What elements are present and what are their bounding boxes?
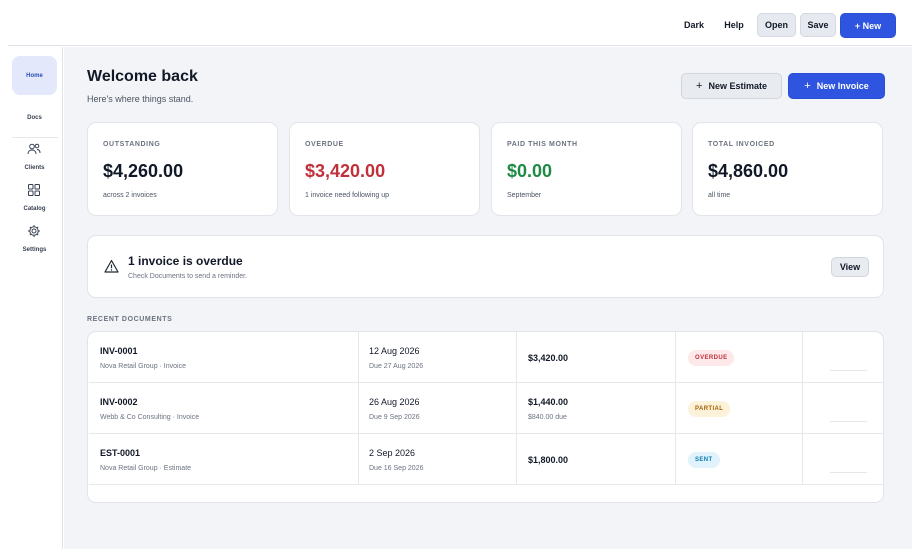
new-invoice-label: New Invoice bbox=[816, 81, 869, 91]
users-icon bbox=[27, 143, 41, 155]
bottom-strip bbox=[0, 549, 912, 557]
gear-icon bbox=[28, 225, 40, 237]
overdue-alert: 1 invoice is overdue Check Documents to … bbox=[87, 235, 884, 298]
stat-value: $4,260.00 bbox=[103, 161, 184, 181]
sidebar-item-catalog[interactable]: Catalog bbox=[8, 206, 61, 212]
stat-sub: September bbox=[507, 192, 542, 199]
doc-amount: $1,440.00 bbox=[528, 397, 569, 407]
doc-amount: $1,800.00 bbox=[528, 455, 569, 465]
actions-cell bbox=[803, 383, 883, 434]
stat-value: $4,860.00 bbox=[708, 161, 789, 181]
page-title: Welcome back bbox=[87, 68, 198, 85]
doc-date: 26 Aug 2026 bbox=[369, 397, 420, 407]
open-button[interactable]: Open bbox=[757, 13, 796, 37]
table-row[interactable]: INV-0002 Webb & Co Consulting · Invoice … bbox=[89, 383, 883, 434]
plus-icon: + bbox=[696, 80, 703, 92]
date-cell: 12 Aug 2026 Due 27 Aug 2026 bbox=[359, 332, 517, 383]
dark-mode-button[interactable]: Dark bbox=[677, 13, 711, 37]
stat-card-total-invoiced: TOTAL INVOICED $4,860.00 all time bbox=[692, 122, 883, 216]
doc-id[interactable]: INV-0002 bbox=[100, 397, 138, 407]
date-cell: 2 Sep 2026 Due 16 Sep 2026 bbox=[359, 434, 517, 485]
new-estimate-label: New Estimate bbox=[708, 81, 767, 91]
plus-icon: + bbox=[804, 80, 811, 92]
doc-client: Nova Retail Group · Invoice bbox=[100, 363, 186, 370]
stat-label: OUTSTANDING bbox=[103, 141, 161, 148]
view-button[interactable]: View bbox=[831, 257, 869, 277]
doc-cell: EST-0001 Nova Retail Group · Estimate bbox=[89, 434, 359, 485]
sidebar-item-label: Home bbox=[26, 72, 43, 79]
doc-date: 12 Aug 2026 bbox=[369, 346, 420, 356]
action-placeholder[interactable] bbox=[830, 421, 867, 422]
sidebar-divider bbox=[12, 137, 58, 138]
stat-sub: 1 invoice need following up bbox=[305, 192, 390, 199]
page-subtitle: Here's where things stand. bbox=[87, 94, 194, 104]
sidebar-item-docs[interactable]: Docs bbox=[8, 115, 61, 121]
status-cell: OVERDUE bbox=[676, 332, 803, 383]
new-invoice-button[interactable]: + New Invoice bbox=[788, 73, 885, 99]
status-cell: SENT bbox=[676, 434, 803, 485]
doc-id[interactable]: EST-0001 bbox=[100, 448, 140, 458]
sidebar-item-settings[interactable]: Settings bbox=[8, 247, 61, 253]
amount-cell: $1,440.00 $840.00 due bbox=[517, 383, 676, 434]
section-title: RECENT DOCUMENTS bbox=[87, 316, 173, 323]
main-content: Welcome back Here's where things stand. … bbox=[64, 47, 912, 549]
recent-documents-table: INV-0001 Nova Retail Group · Invoice 12 … bbox=[87, 331, 884, 503]
stat-card-outstanding: OUTSTANDING $4,260.00 across 2 invoices bbox=[87, 122, 278, 216]
sidebar-item-home[interactable]: Home bbox=[12, 56, 57, 95]
stat-card-overdue: OVERDUE $3,420.00 1 invoice need followi… bbox=[289, 122, 480, 216]
doc-date: 2 Sep 2026 bbox=[369, 448, 416, 458]
stat-card-paid-this-month: PAID THIS MONTH $0.00 September bbox=[491, 122, 682, 216]
warning-icon bbox=[104, 259, 119, 273]
new-button[interactable]: + New bbox=[840, 13, 896, 38]
alert-title: 1 invoice is overdue bbox=[128, 254, 243, 268]
actions-cell bbox=[803, 434, 883, 485]
doc-id[interactable]: INV-0001 bbox=[100, 346, 138, 356]
alert-subtitle: Check Documents to send a reminder. bbox=[128, 273, 248, 280]
date-cell: 26 Aug 2026 Due 9 Sep 2026 bbox=[359, 383, 517, 434]
table-row[interactable]: INV-0001 Nova Retail Group · Invoice 12 … bbox=[89, 332, 883, 383]
top-bar: Dark Help Open Save + New bbox=[8, 4, 912, 46]
actions-cell bbox=[803, 332, 883, 383]
doc-due: Due 16 Sep 2026 bbox=[369, 465, 424, 472]
doc-due: Due 9 Sep 2026 bbox=[369, 414, 420, 421]
status-badge: OVERDUE bbox=[688, 350, 735, 366]
stat-sub: across 2 invoices bbox=[103, 192, 157, 199]
stat-label: PAID THIS MONTH bbox=[507, 141, 578, 148]
status-badge: SENT bbox=[688, 452, 720, 468]
status-cell: PARTIAL bbox=[676, 383, 803, 434]
stat-sub: all time bbox=[708, 192, 731, 199]
action-placeholder[interactable] bbox=[830, 370, 867, 371]
stat-value: $0.00 bbox=[507, 161, 553, 181]
doc-client: Webb & Co Consulting · Invoice bbox=[100, 414, 200, 421]
status-badge: PARTIAL bbox=[688, 401, 731, 417]
doc-amount: $3,420.00 bbox=[528, 353, 569, 363]
table-row[interactable]: EST-0001 Nova Retail Group · Estimate 2 … bbox=[89, 434, 883, 485]
new-estimate-button[interactable]: + New Estimate bbox=[681, 73, 782, 99]
amount-cell: $1,800.00 bbox=[517, 434, 676, 485]
help-button[interactable]: Help bbox=[717, 13, 751, 37]
doc-cell: INV-0001 Nova Retail Group · Invoice bbox=[89, 332, 359, 383]
stat-value: $3,420.00 bbox=[305, 161, 386, 181]
sidebar-item-clients[interactable]: Clients bbox=[8, 165, 61, 171]
action-placeholder[interactable] bbox=[830, 472, 867, 473]
stat-label: OVERDUE bbox=[305, 141, 344, 148]
stat-label: TOTAL INVOICED bbox=[708, 141, 775, 148]
grid-icon bbox=[28, 184, 40, 196]
doc-client: Nova Retail Group · Estimate bbox=[100, 465, 192, 472]
doc-cell: INV-0002 Webb & Co Consulting · Invoice bbox=[89, 383, 359, 434]
save-button[interactable]: Save bbox=[800, 13, 836, 37]
doc-due: Due 27 Aug 2026 bbox=[369, 363, 424, 370]
amount-cell: $3,420.00 bbox=[517, 332, 676, 383]
sidebar: Home Docs Clients Catalog Settings bbox=[8, 47, 63, 549]
doc-amount-due: $840.00 due bbox=[528, 414, 567, 421]
